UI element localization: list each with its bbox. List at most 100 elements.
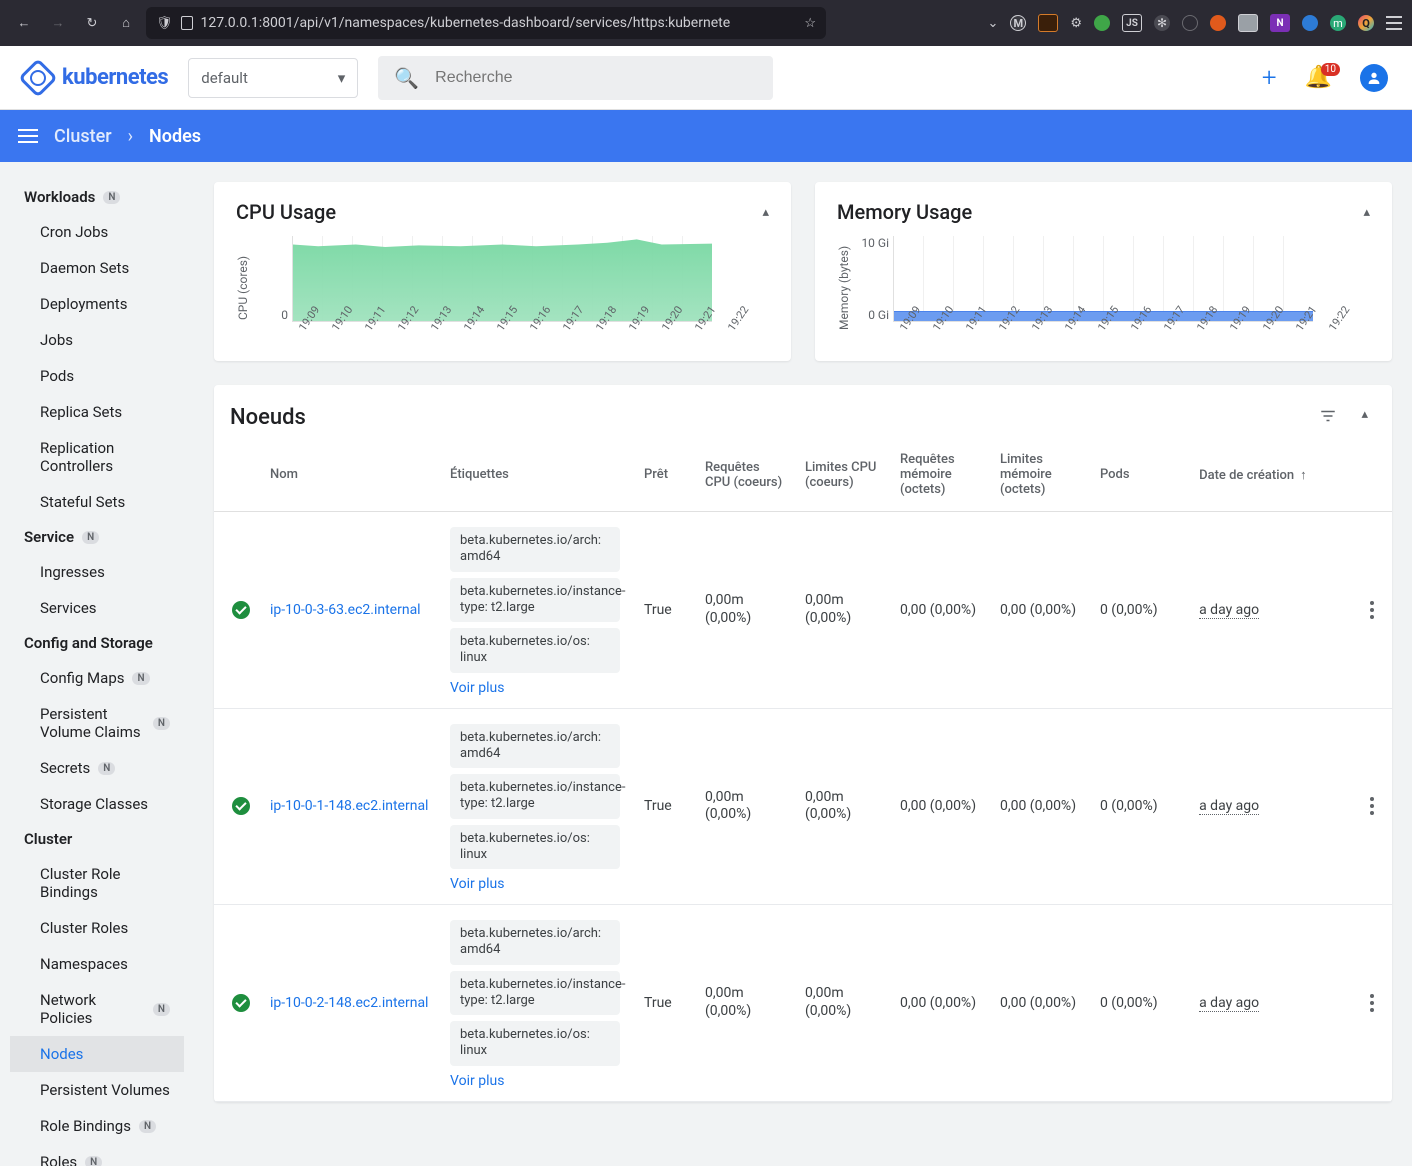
memory-usage-card: Memory Usage ▴ Memory (bytes) 10 Gi0 Gi …: [815, 182, 1392, 361]
sidebar-item[interactable]: Services: [0, 590, 194, 626]
collapse-icon[interactable]: ▴: [762, 205, 769, 220]
sidebar-item[interactable]: Config Maps N: [0, 660, 194, 696]
row-menu-button[interactable]: [1362, 994, 1382, 1012]
ext-icon-globe[interactable]: ✻: [1154, 15, 1170, 31]
filter-icon[interactable]: [1319, 407, 1337, 429]
node-name-link[interactable]: ip-10-0-2-148.ec2.internal: [270, 995, 428, 1011]
user-menu-button[interactable]: [1360, 64, 1388, 92]
ext-icon-circle[interactable]: [1182, 15, 1198, 31]
node-name-link[interactable]: ip-10-0-3-63.ec2.internal: [270, 602, 421, 618]
chevron-down-icon: ▾: [338, 69, 346, 87]
label-chip: beta.kubernetes.io/os: linux: [450, 1021, 620, 1066]
col-mem-lim[interactable]: Limites mémoire (octets): [990, 440, 1090, 512]
sidebar-item[interactable]: Nodes: [10, 1036, 184, 1072]
sidebar-item-label: Storage Classes: [40, 795, 148, 813]
cell-cpu-lim: 0,00m(0,00%): [795, 708, 890, 905]
sidebar-item[interactable]: Roles N: [0, 1144, 194, 1166]
col-name[interactable]: Nom: [260, 440, 440, 512]
mem-x-ticks: 19:0919:1019:1119:1219:1319:1419:1519:16…: [897, 326, 1356, 339]
breadcrumb-level1[interactable]: Cluster: [54, 126, 112, 147]
create-button[interactable]: +: [1262, 63, 1277, 93]
see-more-link[interactable]: Voir plus: [450, 876, 504, 892]
sidebar: Workloads NCron Jobs Daemon Sets Deploymen…: [0, 162, 194, 1166]
label-chip: beta.kubernetes.io/os: linux: [450, 825, 620, 870]
sidebar-item-label: Cluster Roles: [40, 919, 128, 937]
cell-mem-lim: 0,00 (0,00%): [990, 512, 1090, 709]
sidebar-section-head[interactable]: Config and Storage: [0, 626, 194, 660]
sidebar-item[interactable]: Replica Sets: [0, 394, 194, 430]
cpu-y-axis-label: CPU (cores): [236, 236, 250, 339]
namespace-badge: N: [153, 717, 170, 730]
collapse-icon[interactable]: ▴: [1363, 205, 1370, 220]
sidebar-section-head[interactable]: Cluster: [0, 822, 194, 856]
sidebar-item[interactable]: Cron Jobs: [0, 214, 194, 250]
sidebar-toggle-button[interactable]: [18, 129, 38, 143]
url-bar[interactable]: 🛡 127.0.0.1:8001/api/v1/namespaces/kuber…: [146, 7, 826, 39]
ext-icon-fox[interactable]: [1210, 15, 1226, 31]
sidebar-item-label: Cluster Role Bindings: [40, 865, 170, 901]
ext-icon-onenote[interactable]: N: [1270, 14, 1290, 32]
col-pods[interactable]: Pods: [1090, 440, 1189, 512]
sidebar-item[interactable]: Ingresses: [0, 554, 194, 590]
collapse-icon[interactable]: ▴: [1361, 407, 1368, 429]
row-menu-button[interactable]: [1362, 797, 1382, 815]
cell-cpu-req: 0,00m(0,00%): [695, 708, 795, 905]
nav-home-button[interactable]: ⌂: [112, 9, 140, 37]
node-name-link[interactable]: ip-10-0-1-148.ec2.internal: [270, 798, 428, 814]
namespace-select[interactable]: default ▾: [188, 58, 358, 98]
sidebar-item[interactable]: Persistent Volume Claims N: [0, 696, 194, 750]
col-mem-req[interactable]: Requêtes mémoire (octets): [890, 440, 990, 512]
sidebar-section-head[interactable]: Workloads N: [0, 180, 194, 214]
sidebar-section-head[interactable]: Service N: [0, 520, 194, 554]
sidebar-item[interactable]: Storage Classes: [0, 786, 194, 822]
chevron-right-icon: ›: [128, 126, 133, 147]
ext-icon-bug[interactable]: [1302, 15, 1318, 31]
ext-icon-1[interactable]: M: [1010, 15, 1026, 31]
sidebar-item[interactable]: Deployments: [0, 286, 194, 322]
sidebar-item[interactable]: Persistent Volumes: [0, 1072, 194, 1108]
app-logo[interactable]: kubernetes: [24, 64, 168, 92]
sidebar-item[interactable]: Daemon Sets: [0, 250, 194, 286]
ext-icon-window[interactable]: [1238, 14, 1258, 32]
sidebar-item[interactable]: Cluster Roles: [0, 910, 194, 946]
cell-created: a day ago: [1189, 905, 1352, 1102]
browser-menu-button[interactable]: [1386, 16, 1402, 30]
browser-chrome: ← → ↻ ⌂ 🛡 127.0.0.1:8001/api/v1/namespac…: [0, 0, 1412, 46]
sidebar-item-label: Persistent Volume Claims: [40, 705, 145, 741]
search-input[interactable]: [435, 69, 757, 87]
col-created[interactable]: Date de création↑: [1189, 440, 1352, 512]
sidebar-item[interactable]: Cluster Role Bindings: [0, 856, 194, 910]
ext-icon-m[interactable]: m: [1330, 15, 1346, 31]
sidebar-item[interactable]: Namespaces: [0, 946, 194, 982]
ext-icon-2[interactable]: [1038, 14, 1058, 32]
sidebar-item[interactable]: Role Bindings N: [0, 1108, 194, 1144]
sidebar-item-label: Persistent Volumes: [40, 1081, 170, 1099]
ext-icon-gear[interactable]: ⚙: [1070, 16, 1082, 31]
sidebar-item[interactable]: Replication Controllers: [0, 430, 194, 484]
cell-created: a day ago: [1189, 708, 1352, 905]
sidebar-item[interactable]: Pods: [0, 358, 194, 394]
col-cpu-req[interactable]: Requêtes CPU (coeurs): [695, 440, 795, 512]
col-cpu-lim[interactable]: Limites CPU (coeurs): [795, 440, 890, 512]
sidebar-item[interactable]: Stateful Sets: [0, 484, 194, 520]
star-icon[interactable]: ☆: [804, 16, 816, 31]
ext-icon-evernote[interactable]: [1094, 15, 1110, 31]
see-more-link[interactable]: Voir plus: [450, 1073, 504, 1089]
col-ready[interactable]: Prêt: [634, 440, 695, 512]
sidebar-item[interactable]: Jobs: [0, 322, 194, 358]
sidebar-item[interactable]: Network Policies N: [0, 982, 194, 1036]
label-chip: beta.kubernetes.io/arch: amd64: [450, 724, 620, 769]
see-more-link[interactable]: Voir plus: [450, 680, 504, 696]
ext-icon-q[interactable]: Q: [1358, 15, 1374, 31]
main-content: CPU Usage ▴ CPU (cores) 0 19:0919:1019:1…: [194, 162, 1412, 1166]
notifications-button[interactable]: 🔔 10: [1305, 65, 1332, 90]
col-labels[interactable]: Étiquettes: [440, 440, 634, 512]
nav-back-button[interactable]: ←: [10, 9, 38, 37]
sidebar-item-label: Daemon Sets: [40, 259, 129, 277]
row-menu-button[interactable]: [1362, 601, 1382, 619]
nav-reload-button[interactable]: ↻: [78, 9, 106, 37]
pocket-icon[interactable]: ⌄: [987, 16, 998, 31]
sidebar-item[interactable]: Secrets N: [0, 750, 194, 786]
search-box[interactable]: 🔍: [378, 56, 773, 100]
ext-icon-js[interactable]: JS: [1122, 14, 1142, 32]
